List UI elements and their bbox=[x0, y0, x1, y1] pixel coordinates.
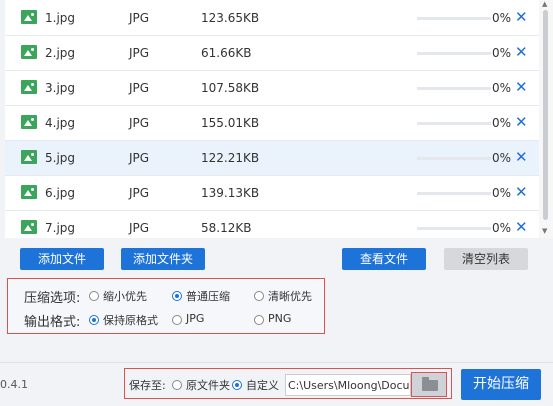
image-file-icon bbox=[21, 45, 37, 59]
radio-compress-clear[interactable] bbox=[254, 291, 264, 301]
file-type: JPG bbox=[129, 221, 150, 235]
options-panel: 压缩选项: 缩小优先 普通压缩 清晰优先 输出格式: 保持原格式 JPG PNG bbox=[7, 278, 325, 334]
file-size: 58.12KB bbox=[201, 221, 252, 235]
file-name: 1.jpg bbox=[45, 11, 76, 25]
progress-percent: 0% bbox=[492, 151, 512, 165]
version-text: 0.4.1 bbox=[0, 378, 28, 391]
file-type: JPG bbox=[129, 46, 150, 60]
remove-file-icon[interactable]: ✕ bbox=[515, 183, 528, 201]
progress-bar bbox=[417, 192, 491, 195]
add-file-button[interactable]: 添加文件 bbox=[20, 248, 104, 270]
progress-bar bbox=[417, 52, 491, 55]
remove-file-icon[interactable]: ✕ bbox=[515, 148, 528, 166]
compress-options-label: 压缩选项: bbox=[24, 291, 81, 306]
add-folder-button[interactable]: 添加文件夹 bbox=[121, 248, 205, 270]
folder-icon bbox=[422, 377, 438, 391]
progress-bar bbox=[417, 87, 491, 90]
file-name: 7.jpg bbox=[45, 221, 76, 235]
file-size: 61.66KB bbox=[201, 46, 252, 60]
file-name: 2.jpg bbox=[45, 46, 76, 60]
file-row[interactable]: 3.jpg JPG 107.58KB 0% ✕ bbox=[5, 71, 539, 106]
progress-bar bbox=[417, 157, 491, 160]
radio-format-original-label[interactable]: 保持原格式 bbox=[103, 312, 158, 328]
file-type: JPG bbox=[129, 151, 150, 165]
progress-percent: 0% bbox=[492, 46, 512, 60]
image-file-icon bbox=[21, 150, 37, 164]
save-to-label: 保存至: bbox=[129, 379, 166, 392]
radio-compress-small-label[interactable]: 缩小优先 bbox=[103, 288, 147, 304]
progress-bar bbox=[417, 122, 491, 125]
file-size: 155.01KB bbox=[201, 116, 260, 130]
file-row-selected[interactable]: 5.jpg JPG 122.21KB 0% ✕ bbox=[5, 141, 539, 176]
image-file-icon bbox=[21, 220, 37, 234]
image-file-icon bbox=[21, 80, 37, 94]
file-size: 123.65KB bbox=[201, 11, 260, 25]
image-file-icon bbox=[21, 10, 37, 24]
file-row[interactable]: 2.jpg JPG 61.66KB 0% ✕ bbox=[5, 36, 539, 71]
radio-format-jpg-label[interactable]: JPG bbox=[186, 312, 204, 325]
progress-percent: 0% bbox=[492, 221, 512, 235]
scroll-up-icon[interactable]: ▲ bbox=[542, 0, 547, 8]
progress-percent: 0% bbox=[492, 11, 512, 25]
remove-file-icon[interactable]: ✕ bbox=[515, 218, 528, 236]
file-size: 107.58KB bbox=[201, 81, 260, 95]
save-path-input[interactable] bbox=[286, 375, 410, 395]
progress-percent: 0% bbox=[492, 81, 512, 95]
progress-bar bbox=[417, 17, 491, 20]
remove-file-icon[interactable]: ✕ bbox=[515, 78, 528, 96]
image-file-icon bbox=[21, 185, 37, 199]
file-type: JPG bbox=[129, 186, 150, 200]
radio-compress-clear-label[interactable]: 清晰优先 bbox=[268, 288, 312, 304]
file-name: 4.jpg bbox=[45, 116, 76, 130]
progress-percent: 0% bbox=[492, 186, 512, 200]
list-scrollbar[interactable]: ▲ ▼ bbox=[539, 0, 553, 238]
file-list[interactable]: 1.jpg JPG 123.65KB 0% ✕ 2.jpg JPG 61.66K… bbox=[5, 0, 539, 238]
radio-compress-normal[interactable] bbox=[172, 291, 182, 301]
file-name: 3.jpg bbox=[45, 81, 76, 95]
file-row[interactable]: 7.jpg JPG 58.12KB 0% ✕ bbox=[5, 211, 539, 238]
radio-save-custom[interactable] bbox=[232, 380, 242, 390]
scrollbar-thumb[interactable] bbox=[543, 10, 548, 220]
radio-compress-small[interactable] bbox=[89, 291, 99, 301]
view-file-button[interactable]: 查看文件 bbox=[342, 248, 426, 270]
file-type: JPG bbox=[129, 11, 150, 25]
clear-list-button[interactable]: 清空列表 bbox=[444, 248, 528, 270]
file-name: 6.jpg bbox=[45, 186, 76, 200]
radio-format-png[interactable] bbox=[254, 315, 264, 325]
scroll-down-icon[interactable]: ▼ bbox=[542, 227, 547, 235]
image-file-icon bbox=[21, 115, 37, 129]
file-row[interactable]: 4.jpg JPG 155.01KB 0% ✕ bbox=[5, 106, 539, 141]
file-type: JPG bbox=[129, 116, 150, 130]
file-type: JPG bbox=[129, 81, 150, 95]
file-size: 139.13KB bbox=[201, 186, 260, 200]
remove-file-icon[interactable]: ✕ bbox=[515, 8, 528, 26]
radio-format-jpg[interactable] bbox=[172, 315, 182, 325]
progress-percent: 0% bbox=[492, 116, 512, 130]
file-size: 122.21KB bbox=[201, 151, 260, 165]
browse-folder-button[interactable] bbox=[411, 372, 447, 397]
radio-save-original-folder-label[interactable]: 原文件夹 bbox=[186, 377, 230, 393]
radio-compress-normal-label[interactable]: 普通压缩 bbox=[186, 288, 230, 304]
radio-save-original-folder[interactable] bbox=[172, 380, 182, 390]
start-compress-button[interactable]: 开始压缩 bbox=[461, 369, 541, 400]
file-row[interactable]: 1.jpg JPG 123.65KB 0% ✕ bbox=[5, 1, 539, 36]
file-name: 5.jpg bbox=[45, 151, 76, 165]
progress-bar bbox=[417, 227, 491, 230]
remove-file-icon[interactable]: ✕ bbox=[515, 43, 528, 61]
file-row[interactable]: 6.jpg JPG 139.13KB 0% ✕ bbox=[5, 176, 539, 211]
output-format-label: 输出格式: bbox=[24, 315, 81, 330]
radio-save-custom-label[interactable]: 自定义 bbox=[246, 377, 279, 393]
radio-format-original[interactable] bbox=[89, 315, 99, 325]
radio-format-png-label[interactable]: PNG bbox=[268, 312, 291, 325]
remove-file-icon[interactable]: ✕ bbox=[515, 113, 528, 131]
save-path-field[interactable] bbox=[285, 374, 411, 396]
